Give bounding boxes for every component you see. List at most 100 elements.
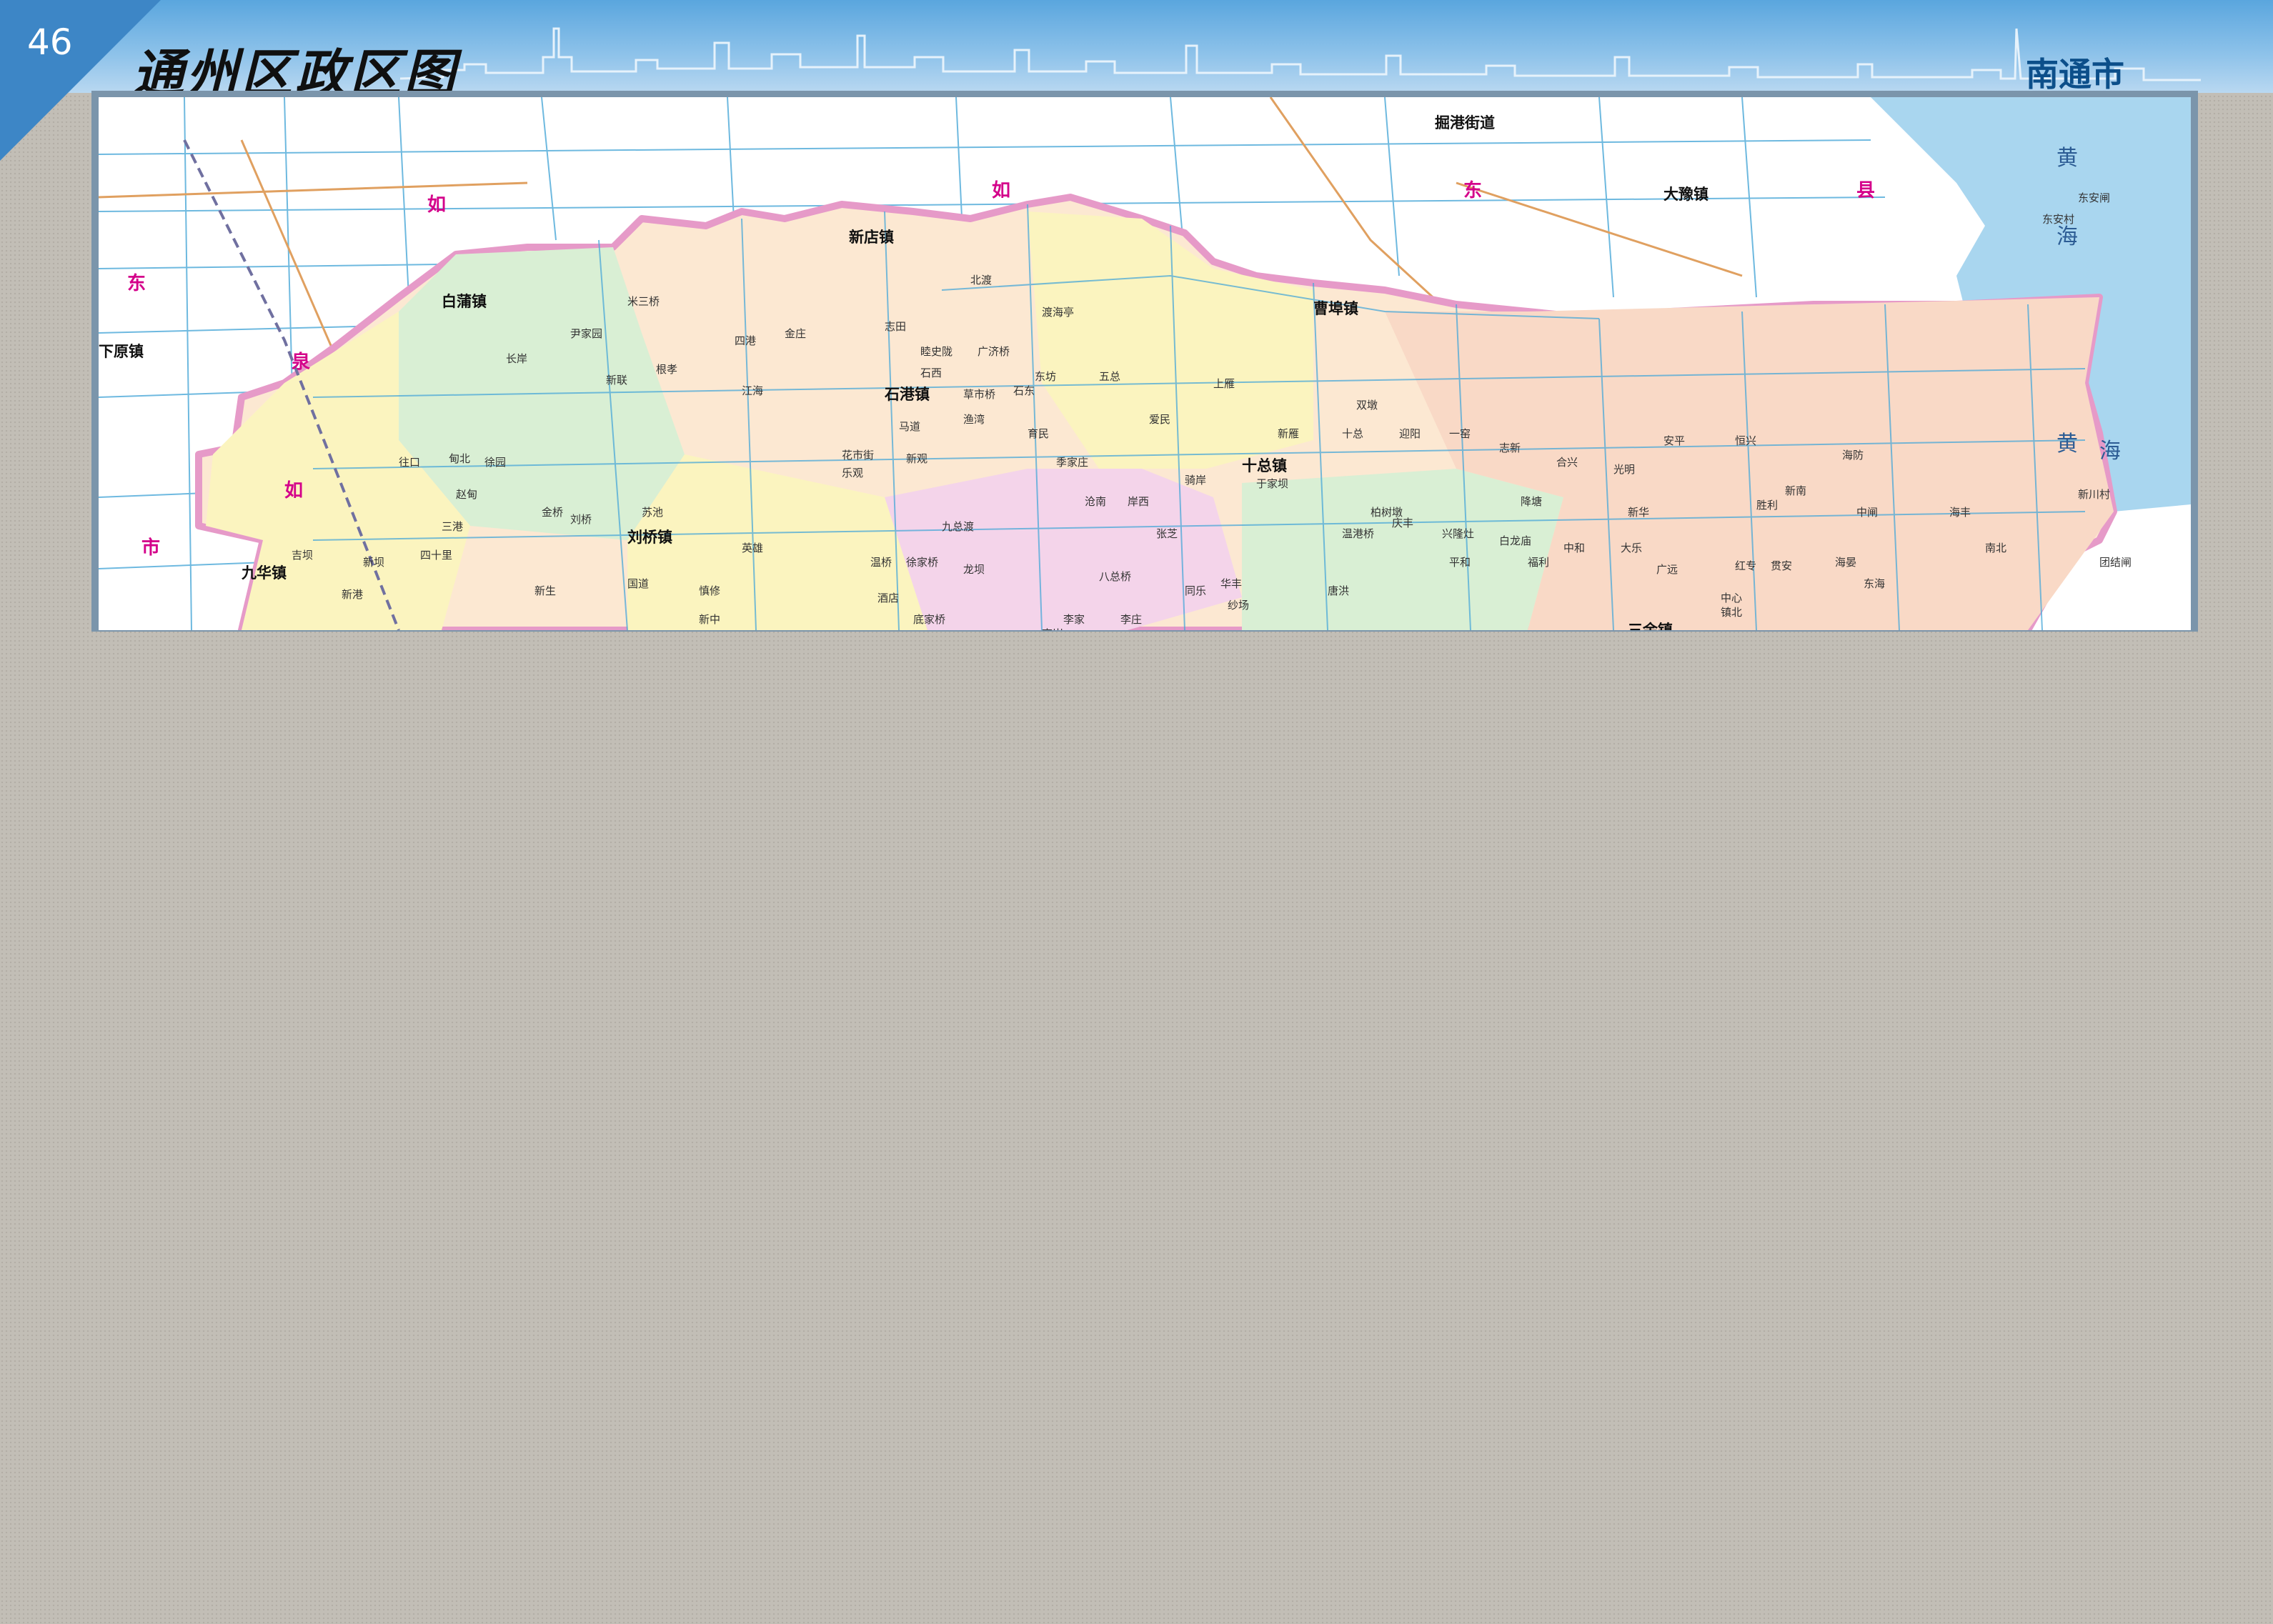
village-label: 华丰 — [1220, 577, 1243, 590]
village-label: 新川村 — [2078, 488, 2111, 501]
village-label: 新雁 — [1278, 427, 1300, 440]
village-label: 同乐 — [1185, 584, 1207, 597]
village-label: 乐观 — [842, 467, 864, 479]
village-label: 大乐 — [1621, 542, 1643, 554]
village-label: 新华 — [1628, 506, 1650, 519]
village-label: 双墩 — [1356, 399, 1378, 412]
village-label: 三港 — [442, 520, 464, 533]
county-label: 县 — [1856, 180, 1877, 201]
village-label: 新观 — [906, 452, 928, 465]
village-label: 八总桥 — [1099, 570, 1132, 583]
village-label: 五总 — [1099, 370, 1121, 383]
village-label: 广远 — [1656, 563, 1678, 576]
village-label: 往口 — [399, 456, 421, 469]
sea-label: 海 — [2099, 439, 2122, 464]
county-label: 泉 — [292, 352, 312, 373]
village-label: 李家 — [1063, 613, 1085, 626]
village-label: 迎阳 — [1399, 427, 1421, 440]
village-label: 育民 — [1028, 427, 1050, 440]
village-label: 十总 — [1342, 427, 1364, 440]
village-label: 四十里 — [420, 549, 453, 562]
village-label: 骑岸 — [1185, 474, 1207, 487]
town-label: 掘港街道 — [1435, 114, 1495, 131]
village-label: 东坊 — [1035, 370, 1057, 383]
village-label: 季家庄 — [1056, 456, 1089, 469]
village-label: 温桥 — [870, 556, 892, 569]
village-label: 爱民 — [1149, 413, 1171, 426]
village-label: 石西 — [920, 367, 942, 379]
village-label: 胜利 — [1756, 499, 1779, 512]
sea-label: 黄 — [2056, 432, 2079, 457]
village-label: 花市街 — [842, 449, 875, 462]
village-label: 吉坝 — [292, 549, 314, 562]
village-label: 底家桥 — [913, 613, 946, 626]
town-label: 曹埠镇 — [1313, 300, 1358, 317]
village-label: 平和 — [1449, 556, 1471, 569]
village-label: 渔湾 — [963, 413, 985, 426]
village-label: 于家坝 — [1256, 477, 1289, 490]
village-label: 渡海亭 — [1042, 306, 1075, 319]
village-label: 长岸 — [506, 352, 528, 365]
village-label: 慎修 — [699, 584, 721, 597]
village-label: 广济桥 — [978, 345, 1010, 358]
village-label: 一窑 — [1449, 427, 1471, 440]
village-label: 徐园 — [484, 456, 507, 469]
village-label: 镇北 — [1721, 606, 1743, 619]
village-label: 新中 — [699, 613, 721, 626]
village-label: 中和 — [1563, 542, 1586, 554]
village-label: 英雄 — [742, 542, 764, 554]
county-label: 东 — [1463, 180, 1484, 201]
village-label: 新南 — [1785, 484, 1807, 497]
skyline-illustration — [400, 27, 2201, 81]
village-label: 志田 — [885, 320, 907, 333]
town-label: 十总镇 — [1242, 457, 1287, 474]
village-label: 甸北 — [449, 452, 471, 465]
village-label: 沧南 — [1085, 495, 1107, 508]
village-label: 南北 — [1985, 542, 2007, 554]
village-label: 合兴 — [1556, 456, 1578, 469]
village-label: 海丰 — [1949, 506, 1971, 519]
village-label: 志新 — [1499, 442, 1521, 454]
village-label: 福利 — [1528, 556, 1550, 569]
town-label: 刘桥镇 — [627, 529, 672, 546]
village-label: 四港 — [735, 334, 757, 347]
town-label: 石港镇 — [885, 386, 930, 403]
village-label: 米三桥 — [627, 295, 660, 308]
village-label: 草市桥 — [963, 388, 996, 401]
village-label: 苏池 — [642, 506, 664, 519]
sea-label: 黄 — [2056, 146, 2079, 171]
village-label: 张芝 — [1156, 527, 1178, 540]
sea-label: 海 — [2056, 224, 2079, 249]
village-label: 中心 — [1721, 592, 1743, 604]
region-center-pink — [885, 469, 1242, 630]
village-label: 马道 — [899, 420, 921, 433]
village-label: 新联 — [606, 374, 628, 387]
village-label: 南岸 — [1042, 626, 1063, 630]
village-label: 唐洪 — [1328, 584, 1350, 597]
town-label: 新店镇 — [849, 229, 894, 246]
village-label: 北渡 — [970, 274, 993, 287]
village-label: 刘桥 — [570, 513, 592, 526]
village-label: 纱场 — [1228, 599, 1250, 612]
village-label: 恒兴 — [1735, 434, 1757, 447]
village-label: 海防 — [1842, 449, 1864, 462]
village-label: 岸西 — [1128, 495, 1150, 508]
village-label: 徐家桥 — [906, 556, 939, 569]
region-center-south-green — [1242, 469, 1563, 630]
city-name: 南通市 — [2026, 55, 2124, 94]
village-label: 新生 — [534, 584, 557, 597]
village-label: 中闸 — [1856, 506, 1879, 519]
village-label: 东安闸 — [2078, 191, 2111, 204]
village-label: 安平 — [1663, 434, 1686, 447]
village-label: 团结闸 — [2099, 556, 2132, 569]
village-label: 龙坝 — [963, 563, 985, 576]
village-label: 兴隆灶 — [1442, 527, 1475, 540]
village-label: 睦史陇 — [920, 345, 953, 358]
county-label: 如 — [427, 194, 448, 216]
village-label: 贯安 — [1771, 559, 1793, 572]
county-label: 市 — [141, 537, 162, 559]
page-number: 46 — [27, 21, 73, 63]
village-label: 根孝 — [656, 363, 678, 376]
county-label: 如 — [284, 480, 305, 502]
village-label: 庆丰 — [1392, 517, 1414, 529]
